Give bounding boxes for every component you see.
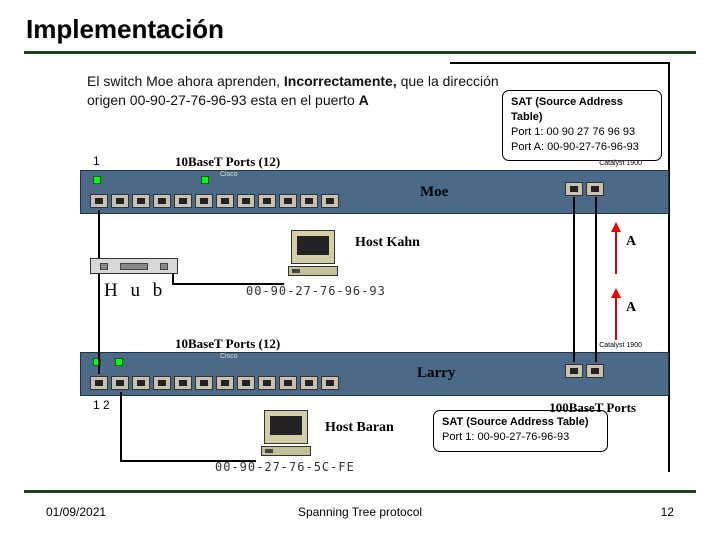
title-rule <box>24 51 696 54</box>
sat-table-larry: SAT (Source Address Table) Port 1: 00-90… <box>433 410 608 452</box>
moe-led-icon <box>201 176 209 184</box>
rj45-port-icon <box>237 194 255 208</box>
caption-text: El switch Moe ahora aprenden, Incorrecta… <box>87 72 517 110</box>
cable-line <box>98 274 100 374</box>
cable-line <box>573 197 575 362</box>
cable-line <box>120 392 122 462</box>
moe-catalyst-label: Catalyst 1900 <box>599 160 642 167</box>
footer-rule <box>24 490 696 493</box>
caption-part1: El switch Moe ahora aprenden, <box>87 73 284 89</box>
rj45-port-icon <box>90 376 108 390</box>
arrow-a-upper <box>611 222 621 274</box>
footer-date: 01/09/2021 <box>46 505 106 519</box>
moe-name-label: Moe <box>420 184 448 201</box>
diagram-area: El switch Moe ahora aprenden, Incorrecta… <box>60 62 670 472</box>
footer-title: Spanning Tree protocol <box>298 505 422 519</box>
moe-ports12-label: 10BaseT Ports (12) <box>175 154 280 170</box>
moe-cisco-label: Cisco <box>220 171 238 178</box>
slide-title: Implementación <box>0 0 720 51</box>
rj45-port-icon <box>586 364 604 378</box>
rj45-port-icon <box>279 194 297 208</box>
hub-label: H u b <box>104 280 166 302</box>
rj45-port-icon <box>321 194 339 208</box>
moe-port-row-right <box>565 182 604 196</box>
larry-port12-num: 1 2 <box>93 398 110 412</box>
larry-catalyst-label: Catalyst 1900 <box>599 342 642 349</box>
rj45-port-icon <box>174 376 192 390</box>
rj45-port-icon <box>153 376 171 390</box>
larry-cisco-label: Cisco <box>220 353 238 360</box>
larry-led-icon <box>115 358 123 366</box>
host-baran-label: Host Baran <box>325 420 394 436</box>
cable-line <box>595 197 597 362</box>
mac-baran: 00-90-27-76-5C-FE <box>215 460 355 474</box>
rj45-port-icon <box>90 194 108 208</box>
sat-larry-row1: Port 1: 00-90-27-76-96-93 <box>442 430 599 445</box>
hub-slot-icon <box>120 263 148 270</box>
larry-port-row-right <box>565 364 604 378</box>
larry-ports12-label: 10BaseT Ports (12) <box>175 336 280 352</box>
footer-page-number: 12 <box>661 505 674 519</box>
rj45-port-icon <box>216 194 234 208</box>
rj45-port-icon <box>153 194 171 208</box>
rj45-port-icon <box>300 194 318 208</box>
hub-slot-icon <box>160 263 168 270</box>
host-kahn-icon <box>285 230 341 276</box>
sat-larry-title: SAT (Source Address Table) <box>442 415 599 430</box>
rj45-port-icon <box>258 194 276 208</box>
diagram-top-border <box>450 62 668 64</box>
rj45-port-icon <box>195 376 213 390</box>
rj45-port-icon <box>216 376 234 390</box>
host-kahn-label: Host Kahn <box>355 235 420 251</box>
larry-ports100-label: 100BaseT Ports <box>549 400 636 416</box>
hub-slot-icon <box>100 263 108 270</box>
rj45-port-icon <box>195 194 213 208</box>
moe-port1-num: 1 <box>93 154 100 168</box>
cable-line <box>98 210 100 258</box>
sat-moe-row2: Port A: 00-90-27-76-96-93 <box>511 140 653 155</box>
rj45-port-icon <box>237 376 255 390</box>
moe-led-icon <box>93 176 101 184</box>
rj45-port-icon <box>300 376 318 390</box>
sat-moe-title: SAT (Source Address Table) <box>511 95 653 125</box>
rj45-port-icon <box>111 376 129 390</box>
larry-port-row-left <box>90 376 339 390</box>
arrow-a-upper-label: A <box>626 234 636 250</box>
caption-emph: Incorrectamente, <box>284 73 401 89</box>
rj45-port-icon <box>174 194 192 208</box>
rj45-port-icon <box>132 194 150 208</box>
rj45-port-icon <box>258 376 276 390</box>
cable-line <box>120 460 256 462</box>
sat-table-moe: SAT (Source Address Table) Port 1: 00 90… <box>502 90 662 161</box>
rj45-port-icon <box>132 376 150 390</box>
arrow-a-lower <box>611 288 621 340</box>
rj45-port-icon <box>111 194 129 208</box>
sat-moe-row1: Port 1: 00 90 27 76 96 93 <box>511 125 653 140</box>
caption-port: A <box>359 92 369 108</box>
larry-name-label: Larry <box>417 365 455 382</box>
rj45-port-icon <box>565 182 583 196</box>
mac-kahn: 00-90-27-76-96-93 <box>246 284 386 298</box>
arrow-a-lower-label: A <box>626 300 636 316</box>
rj45-port-icon <box>586 182 604 196</box>
rj45-port-icon <box>565 364 583 378</box>
rj45-port-icon <box>321 376 339 390</box>
rj45-port-icon <box>279 376 297 390</box>
cable-line <box>172 283 284 285</box>
hub-device <box>90 258 178 274</box>
host-baran-icon <box>258 410 314 456</box>
moe-port-row-left <box>90 194 339 208</box>
